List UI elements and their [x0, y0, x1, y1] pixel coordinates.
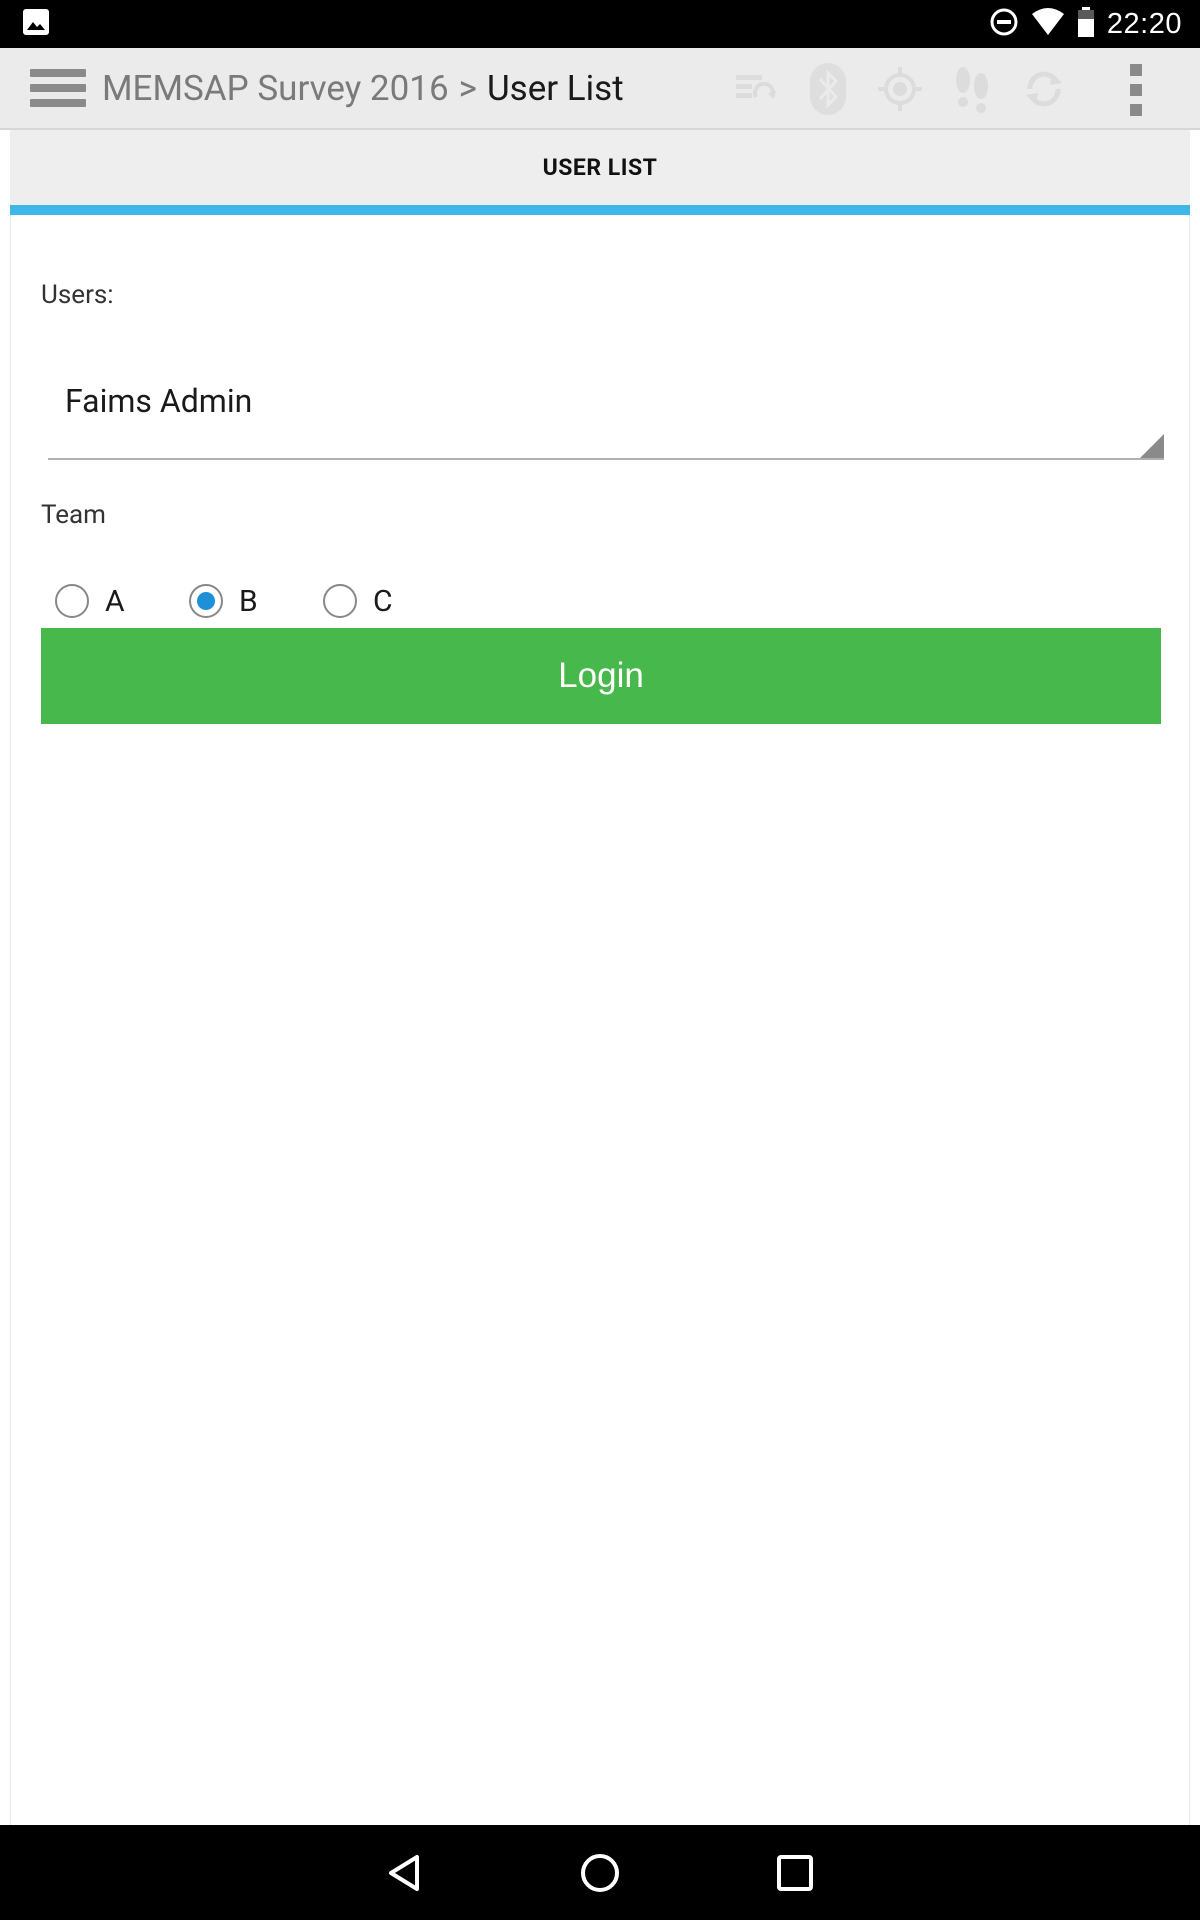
- system-nav-bar: [0, 1825, 1200, 1920]
- users-dropdown[interactable]: Faims Admin: [48, 360, 1164, 460]
- app-bar: MEMSAP Survey 2016 > User List: [0, 48, 1200, 130]
- breadcrumb: MEMSAP Survey 2016 > User List: [102, 68, 624, 109]
- team-option-label: B: [239, 583, 258, 619]
- team-label: Team: [41, 500, 106, 530]
- team-option-label: A: [105, 583, 125, 619]
- radio-checked-icon[interactable]: [189, 584, 223, 618]
- tab-indicator: [10, 205, 1190, 215]
- refresh-icon[interactable]: [1008, 48, 1080, 130]
- back-icon[interactable]: [345, 1825, 465, 1920]
- more-vert-icon[interactable]: [1120, 64, 1152, 116]
- home-icon[interactable]: [540, 1825, 660, 1920]
- sync-status-icon[interactable]: [720, 48, 792, 130]
- breadcrumb-parent[interactable]: MEMSAP Survey 2016: [102, 68, 449, 109]
- do-not-disturb-icon: [989, 7, 1019, 41]
- team-radio-group: A B C: [55, 577, 555, 625]
- radio-unchecked-icon[interactable]: [323, 584, 357, 618]
- status-bar: 22:20: [0, 0, 1200, 48]
- hamburger-menu-icon[interactable]: [30, 65, 86, 111]
- user-list-panel: Users: Faims Admin Team A B C Login: [10, 215, 1190, 1825]
- tab-user-list[interactable]: USER LIST: [543, 154, 658, 181]
- app-bar-actions: [720, 48, 1080, 130]
- users-dropdown-value: Faims Admin: [65, 382, 253, 420]
- gallery-notification-icon: [22, 8, 50, 40]
- breadcrumb-separator: >: [458, 67, 477, 109]
- team-radio-a[interactable]: A: [55, 577, 125, 625]
- page-title: User List: [486, 67, 624, 109]
- wifi-icon: [1031, 7, 1065, 41]
- recents-icon[interactable]: [735, 1825, 855, 1920]
- tab-strip: USER LIST: [10, 130, 1190, 205]
- users-label: Users:: [41, 280, 114, 310]
- status-time: 22:20: [1106, 7, 1182, 40]
- battery-icon: [1077, 7, 1095, 41]
- login-button[interactable]: Login: [41, 628, 1161, 724]
- team-radio-c[interactable]: C: [323, 577, 393, 625]
- team-option-label: C: [373, 583, 393, 619]
- dropdown-arrow-icon: [1140, 434, 1164, 458]
- bluetooth-icon[interactable]: [792, 48, 864, 130]
- team-radio-b[interactable]: B: [189, 577, 258, 625]
- gps-icon[interactable]: [864, 48, 936, 130]
- tracking-footprints-icon[interactable]: [936, 48, 1008, 130]
- radio-unchecked-icon[interactable]: [55, 584, 89, 618]
